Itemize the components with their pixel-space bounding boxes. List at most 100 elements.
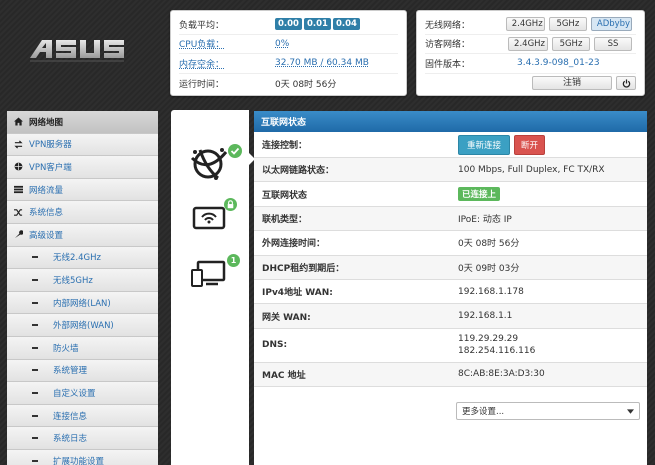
- clients-tile[interactable]: 1: [171, 244, 249, 304]
- info-label: DHCP租约到期后：: [262, 263, 345, 274]
- asus-logo: [30, 40, 124, 62]
- nav-sub-label: 连接信息: [53, 411, 88, 422]
- dash-icon: [17, 414, 53, 417]
- chevron-down-icon: [627, 408, 634, 414]
- info-value: 192.168.1.1: [458, 311, 513, 322]
- guest-5ghz-button[interactable]: 5GHz: [552, 36, 590, 51]
- ss-button[interactable]: SS: [594, 36, 632, 51]
- nav-sub-label: 内部网络(LAN): [53, 298, 111, 309]
- logout-row: 注销: [425, 74, 636, 94]
- info-value: 100 Mbps, Full Duplex, FC TX/RX: [458, 164, 605, 175]
- info-row-dhcp-lease: DHCP租约到期后： 0天 09时 03分: [254, 255, 647, 280]
- more-settings-value: 更多设置...: [462, 407, 505, 417]
- uptime-value: 0天 08时 56分: [275, 79, 337, 90]
- memory-free-value[interactable]: 32.70 MB / 60.34 MB: [275, 58, 369, 68]
- info-row-wan-uptime: 外网连接时间： 0天 08时 56分: [254, 231, 647, 256]
- internet-tile[interactable]: [171, 132, 249, 192]
- nav-sub-label: 自定义设置: [53, 388, 96, 399]
- shuffle-icon: [7, 208, 29, 217]
- nav-sub-admin[interactable]: 系统管理: [7, 359, 158, 383]
- nav-sub-wifi5[interactable]: 无线5GHz: [7, 269, 158, 292]
- nav-sub-label: 防火墙: [53, 343, 79, 354]
- mac-label: MAC 地址: [262, 370, 306, 381]
- internet-globe-icon: [190, 148, 228, 180]
- wireless-24ghz-button[interactable]: 2.4GHz: [505, 17, 545, 32]
- nav-sub-wan[interactable]: 外部网络(WAN): [7, 314, 158, 337]
- nav-sub-connections[interactable]: 连接信息: [7, 404, 158, 428]
- wifi-panel: 无线网络： 2.4GHz 5GHz ADbyby 访客网络： 2.4GHz 5G…: [416, 10, 645, 96]
- memory-free-link[interactable]: 内存空余：: [179, 57, 275, 70]
- wireless-row: 无线网络： 2.4GHz 5GHz ADbyby: [425, 15, 636, 35]
- connected-badge: 已连接上: [458, 187, 501, 202]
- nav-sub-label: 系统管理: [53, 366, 88, 377]
- info-value: 0天 09时 03分: [458, 263, 520, 274]
- check-badge-icon: [228, 144, 242, 158]
- lock-badge-icon: [224, 198, 237, 211]
- nav-sub-lan[interactable]: 内部网络(LAN): [7, 291, 158, 315]
- info-label: 联机类型：: [262, 214, 308, 225]
- firmware-label: 固件版本：: [425, 59, 471, 70]
- nav-item-vpn-server[interactable]: VPN服务器: [7, 133, 158, 157]
- load-15min: 0.04: [332, 18, 360, 31]
- connection-control-label: 连接控制：: [262, 141, 308, 151]
- wireless-5ghz-button[interactable]: 5GHz: [548, 17, 587, 32]
- clients-icon: [191, 260, 226, 287]
- router-icon: [192, 206, 226, 230]
- info-label: 网关 WAN:: [262, 312, 311, 323]
- cpu-load-link[interactable]: CPU负载：: [179, 37, 275, 50]
- load-5min: 0.01: [303, 18, 331, 31]
- info-row-dns: DNS: 119.29.29.29 182.254.116.116: [254, 329, 647, 363]
- nav-sub-label: 扩展功能设置: [53, 456, 105, 465]
- reconnect-button[interactable]: 重新连接: [458, 134, 511, 155]
- globe-icon: [7, 162, 29, 171]
- nav-sub-extensions[interactable]: 扩展功能设置: [7, 449, 158, 465]
- network-map-icons: 1: [171, 110, 255, 465]
- dash-icon: [17, 437, 53, 440]
- load-average-row: 负载平均： 0.00 0.01 0.04: [179, 15, 398, 35]
- panel-title: 互联网状态: [254, 111, 647, 132]
- nav-item-advanced[interactable]: 高级设置: [7, 223, 158, 247]
- nav-sub-firewall[interactable]: 防火墙: [7, 336, 158, 360]
- clients-count-badge: 1: [227, 254, 240, 267]
- nav-item-vpn-client[interactable]: VPN客户端: [7, 156, 158, 179]
- disconnect-button[interactable]: 断开: [514, 134, 546, 155]
- nav-label: 高级设置: [29, 230, 64, 241]
- nav-sub-syslog[interactable]: 系统日志: [7, 427, 158, 450]
- adbyby-button[interactable]: ADbyby: [590, 17, 633, 32]
- firmware-version-link[interactable]: 3.4.3.9-098_01-23: [517, 58, 600, 68]
- guest-24ghz-button[interactable]: 2.4GHz: [508, 36, 548, 51]
- nav-sub-wifi24[interactable]: 无线2.4GHz: [7, 246, 158, 270]
- nav-item-network-map[interactable]: 网络地图: [7, 111, 158, 134]
- dns-primary: 119.29.29.29: [458, 334, 519, 345]
- firmware-row: 固件版本： 3.4.3.9-098_01-23: [425, 54, 636, 74]
- info-label: 以太网链路状态：: [262, 166, 335, 177]
- nav-label: 系统信息: [29, 208, 64, 219]
- uptime-label: 运行时间：: [179, 79, 225, 90]
- nav-sub-custom[interactable]: 自定义设置: [7, 382, 158, 405]
- dns-values: 119.29.29.29 182.254.116.116: [458, 333, 535, 357]
- mac-value: 8C:AB:8E:3A:D3:30: [458, 369, 545, 380]
- dns-label: DNS:: [262, 340, 288, 351]
- nav-sub-label: 外部网络(WAN): [53, 321, 114, 332]
- reboot-button[interactable]: [616, 76, 636, 91]
- cpu-load-value[interactable]: 0%: [275, 39, 289, 49]
- memory-row: 内存空余： 32.70 MB / 60.34 MB: [179, 54, 398, 74]
- uptime-row: 运行时间： 0天 08时 56分: [179, 74, 398, 94]
- more-settings-select[interactable]: 更多设置...: [456, 402, 640, 420]
- router-tile[interactable]: [171, 188, 249, 248]
- info-row-internet-status: 互联网状态 已连接上: [254, 182, 647, 207]
- internet-status-panel: 互联网状态 连接控制： 重新连接 断开 以太网链路状态： 100 Mbps, F…: [254, 111, 647, 465]
- load-1min: 0.00: [275, 18, 302, 31]
- nav-item-system-info[interactable]: 系统信息: [7, 201, 158, 224]
- nav-item-traffic[interactable]: 网络流量: [7, 178, 158, 202]
- logout-button[interactable]: 注销: [532, 76, 612, 91]
- nav-label: VPN服务器: [29, 140, 72, 151]
- load-average-label: 负载平均：: [179, 20, 225, 31]
- guest-label: 访客网络：: [425, 40, 471, 51]
- nav-sub-label: 无线2.4GHz: [53, 253, 101, 264]
- home-icon: [7, 117, 29, 126]
- dash-icon: [17, 324, 53, 327]
- guest-row: 访客网络： 2.4GHz 5GHz SS: [425, 35, 636, 54]
- list-icon: [7, 185, 29, 194]
- nav-label: 网络流量: [29, 185, 64, 196]
